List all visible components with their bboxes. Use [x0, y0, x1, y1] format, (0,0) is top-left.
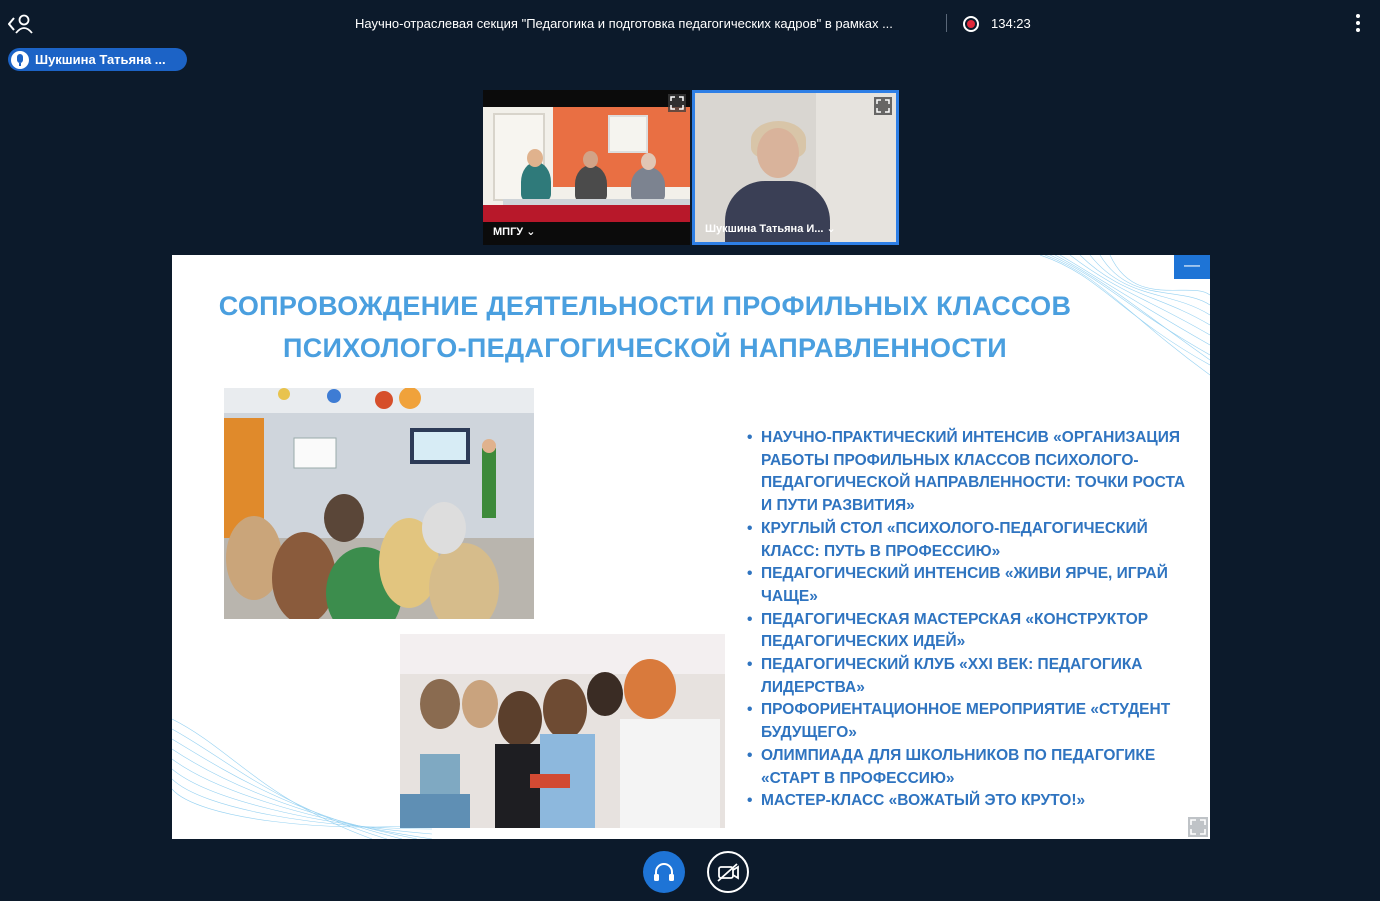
slide-bullet-list: Научно-практический интенсив «Организаци… — [747, 427, 1187, 813]
list-item: Круглый стол «Психолого-педагогический к… — [747, 518, 1187, 563]
audio-button[interactable] — [643, 851, 685, 893]
recording-timer: 134:23 — [991, 16, 1031, 31]
conference-title: Научно-отраслевая секция "Педагогика и п… — [355, 16, 893, 31]
slide-title: СОПРОВОЖДЕНИЕ ДЕЯТЕЛЬНОСТИ ПРОФИЛЬНЫХ КЛ… — [218, 291, 1072, 363]
classroom-photo — [224, 388, 534, 619]
students-photo — [400, 634, 725, 828]
camera-off-icon — [717, 863, 739, 882]
decorative-wave — [172, 718, 432, 839]
back-user-icon[interactable] — [7, 12, 34, 36]
video-tile-shukshina[interactable]: Шукшина Татьяна И... ⌄ — [692, 90, 899, 245]
shared-slide: СОПРОВОЖДЕНИЕ ДЕЯТЕЛЬНОСТИ ПРОФИЛЬНЫХ КЛ… — [172, 255, 1210, 839]
fullscreen-icon[interactable] — [1188, 817, 1208, 837]
more-vertical-icon[interactable] — [1354, 14, 1362, 34]
list-item: Педагогическая мастерская «Конструктор п… — [747, 609, 1187, 654]
video-feed — [695, 93, 896, 242]
record-icon — [963, 16, 979, 32]
video-button[interactable] — [707, 851, 749, 893]
list-item: Мастер-класс «Вожатый это круто!» — [747, 790, 1187, 813]
list-item: Профориентационное мероприятие «Студент … — [747, 699, 1187, 744]
active-speaker-badge[interactable]: Шукшина Татьяна ... — [8, 48, 187, 71]
expand-icon[interactable] — [874, 97, 892, 115]
video-feed — [483, 107, 690, 222]
expand-icon[interactable] — [668, 94, 686, 112]
list-item: Педагогический интенсив «Живи ярче, игра… — [747, 563, 1187, 608]
microphone-icon — [11, 50, 29, 69]
divider — [946, 14, 947, 32]
active-speaker-name: Шукшина Татьяна ... — [35, 52, 166, 67]
video-tile-mpgu[interactable]: МПГУ ⌄ — [483, 90, 690, 245]
list-item: Научно-практический интенсив «Организаци… — [747, 427, 1187, 518]
list-item: Олимпиада для школьников по педагогике «… — [747, 745, 1187, 790]
top-bar: Научно-отраслевая секция "Педагогика и п… — [0, 0, 1380, 48]
participant-label[interactable]: МПГУ ⌄ — [493, 225, 535, 238]
participant-label[interactable]: Шукшина Татьяна И... ⌄ — [705, 222, 836, 235]
headphones-icon — [654, 863, 674, 881]
list-item: Педагогический клуб «XXI век: педагогика… — [747, 654, 1187, 699]
minimize-button[interactable]: — — [1174, 255, 1210, 279]
